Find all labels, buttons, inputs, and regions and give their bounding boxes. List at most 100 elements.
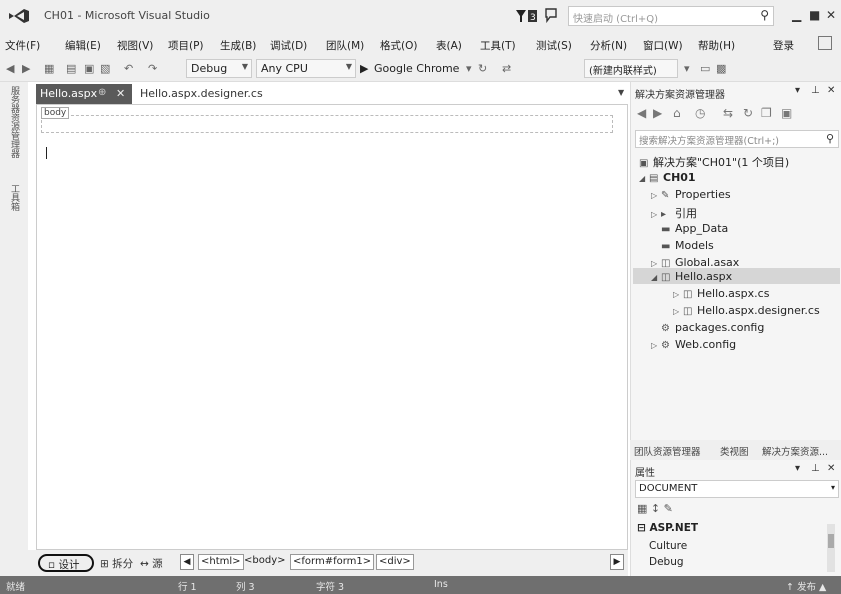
panel-menu-icon[interactable]: ▾ bbox=[795, 463, 800, 474]
collapsed-icon[interactable]: ▷ bbox=[673, 307, 683, 316]
tab-hello-aspx-designer-cs[interactable]: Hello.aspx.designer.cs bbox=[140, 87, 263, 100]
search-icon[interactable]: ⚲ bbox=[760, 8, 769, 22]
style-select[interactable]: (新建内联样式) bbox=[584, 59, 678, 78]
design-surface[interactable]: body bbox=[36, 104, 628, 550]
back-icon[interactable]: ◀ bbox=[637, 106, 646, 120]
menu-build[interactable]: 生成(B) bbox=[220, 38, 256, 53]
close-icon[interactable]: ✕ bbox=[827, 85, 835, 96]
menu-file[interactable]: 文件(F) bbox=[5, 38, 40, 53]
close-icon[interactable]: ✕ bbox=[116, 87, 125, 100]
object-select[interactable]: DOCUMENT ▾ bbox=[635, 480, 839, 498]
close-window-button[interactable]: ✕ bbox=[826, 8, 836, 22]
menu-view[interactable]: 视图(V) bbox=[117, 38, 153, 53]
tab-hello-aspx[interactable]: Hello.aspx ⊕ ✕ bbox=[36, 84, 132, 104]
tree-item-properties[interactable]: ▷ ✎ Properties bbox=[651, 188, 731, 201]
save-icon[interactable]: ▣ bbox=[84, 62, 94, 75]
menu-edit[interactable]: 编辑(E) bbox=[65, 38, 101, 53]
collapse-icon[interactable]: ⊟ bbox=[637, 522, 646, 534]
pin-icon[interactable]: ⊥ bbox=[811, 463, 820, 474]
menu-project[interactable]: 项目(P) bbox=[168, 38, 204, 53]
breadcrumb-html[interactable]: <html> bbox=[198, 554, 244, 570]
tab-server-explorer[interactable]: 服务器资源管理器 bbox=[8, 86, 21, 158]
save-all-icon[interactable]: ▧ bbox=[100, 62, 110, 75]
tree-item-packages-config[interactable]: ⚙ packages.config bbox=[661, 321, 764, 334]
tree-item-models[interactable]: ▬ Models bbox=[661, 239, 714, 252]
publish-button[interactable]: ↑ 发布 ▲ bbox=[786, 579, 826, 593]
menu-help[interactable]: 帮助(H) bbox=[698, 38, 735, 53]
minimize-button[interactable]: ▁ bbox=[792, 8, 801, 22]
breadcrumb-div[interactable]: <div> bbox=[376, 554, 414, 570]
tree-item-hello-aspx-designer-cs[interactable]: ▷ ◫ Hello.aspx.designer.cs bbox=[673, 304, 820, 317]
property-category[interactable]: ⊟ ASP.NET bbox=[637, 522, 698, 534]
scrollbar-thumb[interactable] bbox=[828, 534, 834, 548]
breadcrumb-right-icon[interactable]: ▶ bbox=[610, 554, 624, 570]
login-link[interactable]: 登录 bbox=[773, 38, 794, 53]
source-view-button[interactable]: ↔ 源 bbox=[140, 556, 163, 571]
sync-icon[interactable]: ⇆ bbox=[723, 106, 733, 120]
menu-debug[interactable]: 调试(D) bbox=[270, 38, 307, 53]
tree-item-references[interactable]: ▷ ▸ 引用 bbox=[651, 205, 697, 221]
menu-test[interactable]: 测试(S) bbox=[536, 38, 572, 53]
format-box-icon[interactable]: ▭ bbox=[700, 62, 710, 75]
properties-scrollbar[interactable] bbox=[827, 524, 835, 572]
browser-select[interactable]: Google Chrome bbox=[374, 62, 459, 75]
maximize-button[interactable]: ■ bbox=[809, 8, 820, 22]
menu-analyze[interactable]: 分析(N) bbox=[590, 38, 627, 53]
pin-icon[interactable]: ⊕ bbox=[98, 87, 106, 98]
apply-style-icon[interactable]: ▩ bbox=[716, 62, 726, 75]
body-element-box[interactable] bbox=[41, 115, 613, 133]
menu-window[interactable]: 窗口(W) bbox=[643, 38, 683, 53]
search-icon[interactable]: ⚲ bbox=[826, 132, 834, 145]
menu-table[interactable]: 表(A) bbox=[436, 38, 462, 53]
menu-tools[interactable]: 工具(T) bbox=[480, 38, 516, 53]
account-icon[interactable] bbox=[818, 36, 832, 50]
collapsed-icon[interactable]: ▷ bbox=[651, 191, 661, 200]
menu-format[interactable]: 格式(O) bbox=[380, 38, 417, 53]
tree-item-hello-aspx-cs[interactable]: ▷ ◫ Hello.aspx.cs bbox=[673, 287, 769, 300]
home-icon[interactable]: ⌂ bbox=[673, 106, 681, 120]
tab-solution-explorer[interactable]: 解决方案资源... bbox=[762, 444, 828, 458]
breadcrumb-body[interactable]: <body> bbox=[242, 554, 288, 570]
history-icon[interactable]: ◷ bbox=[695, 106, 705, 120]
redo-icon[interactable]: ↷ bbox=[148, 62, 157, 75]
property-culture[interactable]: Culture bbox=[649, 540, 687, 552]
quick-launch-input[interactable]: 快速启动 (Ctrl+Q) ⚲ bbox=[568, 6, 774, 26]
forward-icon[interactable]: ▶ bbox=[653, 106, 662, 120]
collapsed-icon[interactable]: ▷ bbox=[651, 259, 661, 268]
expanded-icon[interactable]: ◢ bbox=[651, 273, 661, 282]
close-icon[interactable]: ✕ bbox=[827, 463, 835, 474]
tab-team-explorer[interactable]: 团队资源管理器 bbox=[634, 444, 701, 458]
solution-search-input[interactable]: 搜索解决方案资源管理器(Ctrl+;) ⚲ bbox=[635, 130, 839, 148]
pin-icon[interactable]: ⊥ bbox=[811, 85, 820, 96]
design-view-button[interactable]: ▫ 设计 bbox=[38, 554, 94, 572]
refresh-icon[interactable]: ↻ bbox=[478, 62, 487, 75]
forward-icon[interactable]: ▶ bbox=[22, 62, 30, 75]
filter-icon[interactable]: 3 bbox=[516, 9, 538, 23]
breadcrumb-left-icon[interactable]: ◀ bbox=[180, 554, 194, 570]
properties-icon[interactable]: ▣ bbox=[781, 106, 792, 120]
platform-select[interactable]: Any CPU ▼ bbox=[256, 59, 356, 78]
expanded-icon[interactable]: ◢ bbox=[639, 174, 649, 183]
tree-item-app-data[interactable]: ▬ App_Data bbox=[661, 222, 728, 235]
panel-menu-icon[interactable]: ▾ bbox=[795, 85, 800, 96]
copy-icon[interactable]: ❐ bbox=[761, 106, 772, 120]
new-project-icon[interactable]: ▦ bbox=[44, 62, 54, 75]
chevron-down-icon[interactable]: ▾ bbox=[466, 62, 472, 75]
property-debug[interactable]: Debug bbox=[649, 556, 684, 568]
tab-dropdown-icon[interactable]: ▼ bbox=[618, 88, 624, 97]
feedback-flag-icon[interactable] bbox=[544, 7, 558, 23]
open-file-icon[interactable]: ▤ bbox=[66, 62, 76, 75]
solution-config-select[interactable]: Debug ▼ bbox=[186, 59, 252, 78]
tree-item-web-config[interactable]: ▷ ⚙ Web.config bbox=[651, 338, 736, 351]
tree-item-hello-aspx[interactable]: ◢ ◫ Hello.aspx bbox=[651, 270, 732, 283]
collapsed-icon[interactable]: ▷ bbox=[673, 290, 683, 299]
chevron-down-icon[interactable]: ▾ bbox=[684, 62, 690, 75]
categorized-icon[interactable]: ▦ ↕ ✎ bbox=[637, 502, 673, 515]
tree-item-project[interactable]: ◢ ▤ CH01 bbox=[639, 171, 696, 184]
menu-team[interactable]: 团队(M) bbox=[326, 38, 364, 53]
refresh-icon[interactable]: ↻ bbox=[743, 106, 753, 120]
tree-item-solution[interactable]: ▣ 解决方案"CH01"(1 个项目) bbox=[639, 154, 789, 170]
tab-class-view[interactable]: 类视图 bbox=[720, 444, 749, 458]
tab-toolbox[interactable]: 工具箱 bbox=[8, 184, 21, 211]
play-icon[interactable]: ▶ bbox=[360, 62, 368, 75]
